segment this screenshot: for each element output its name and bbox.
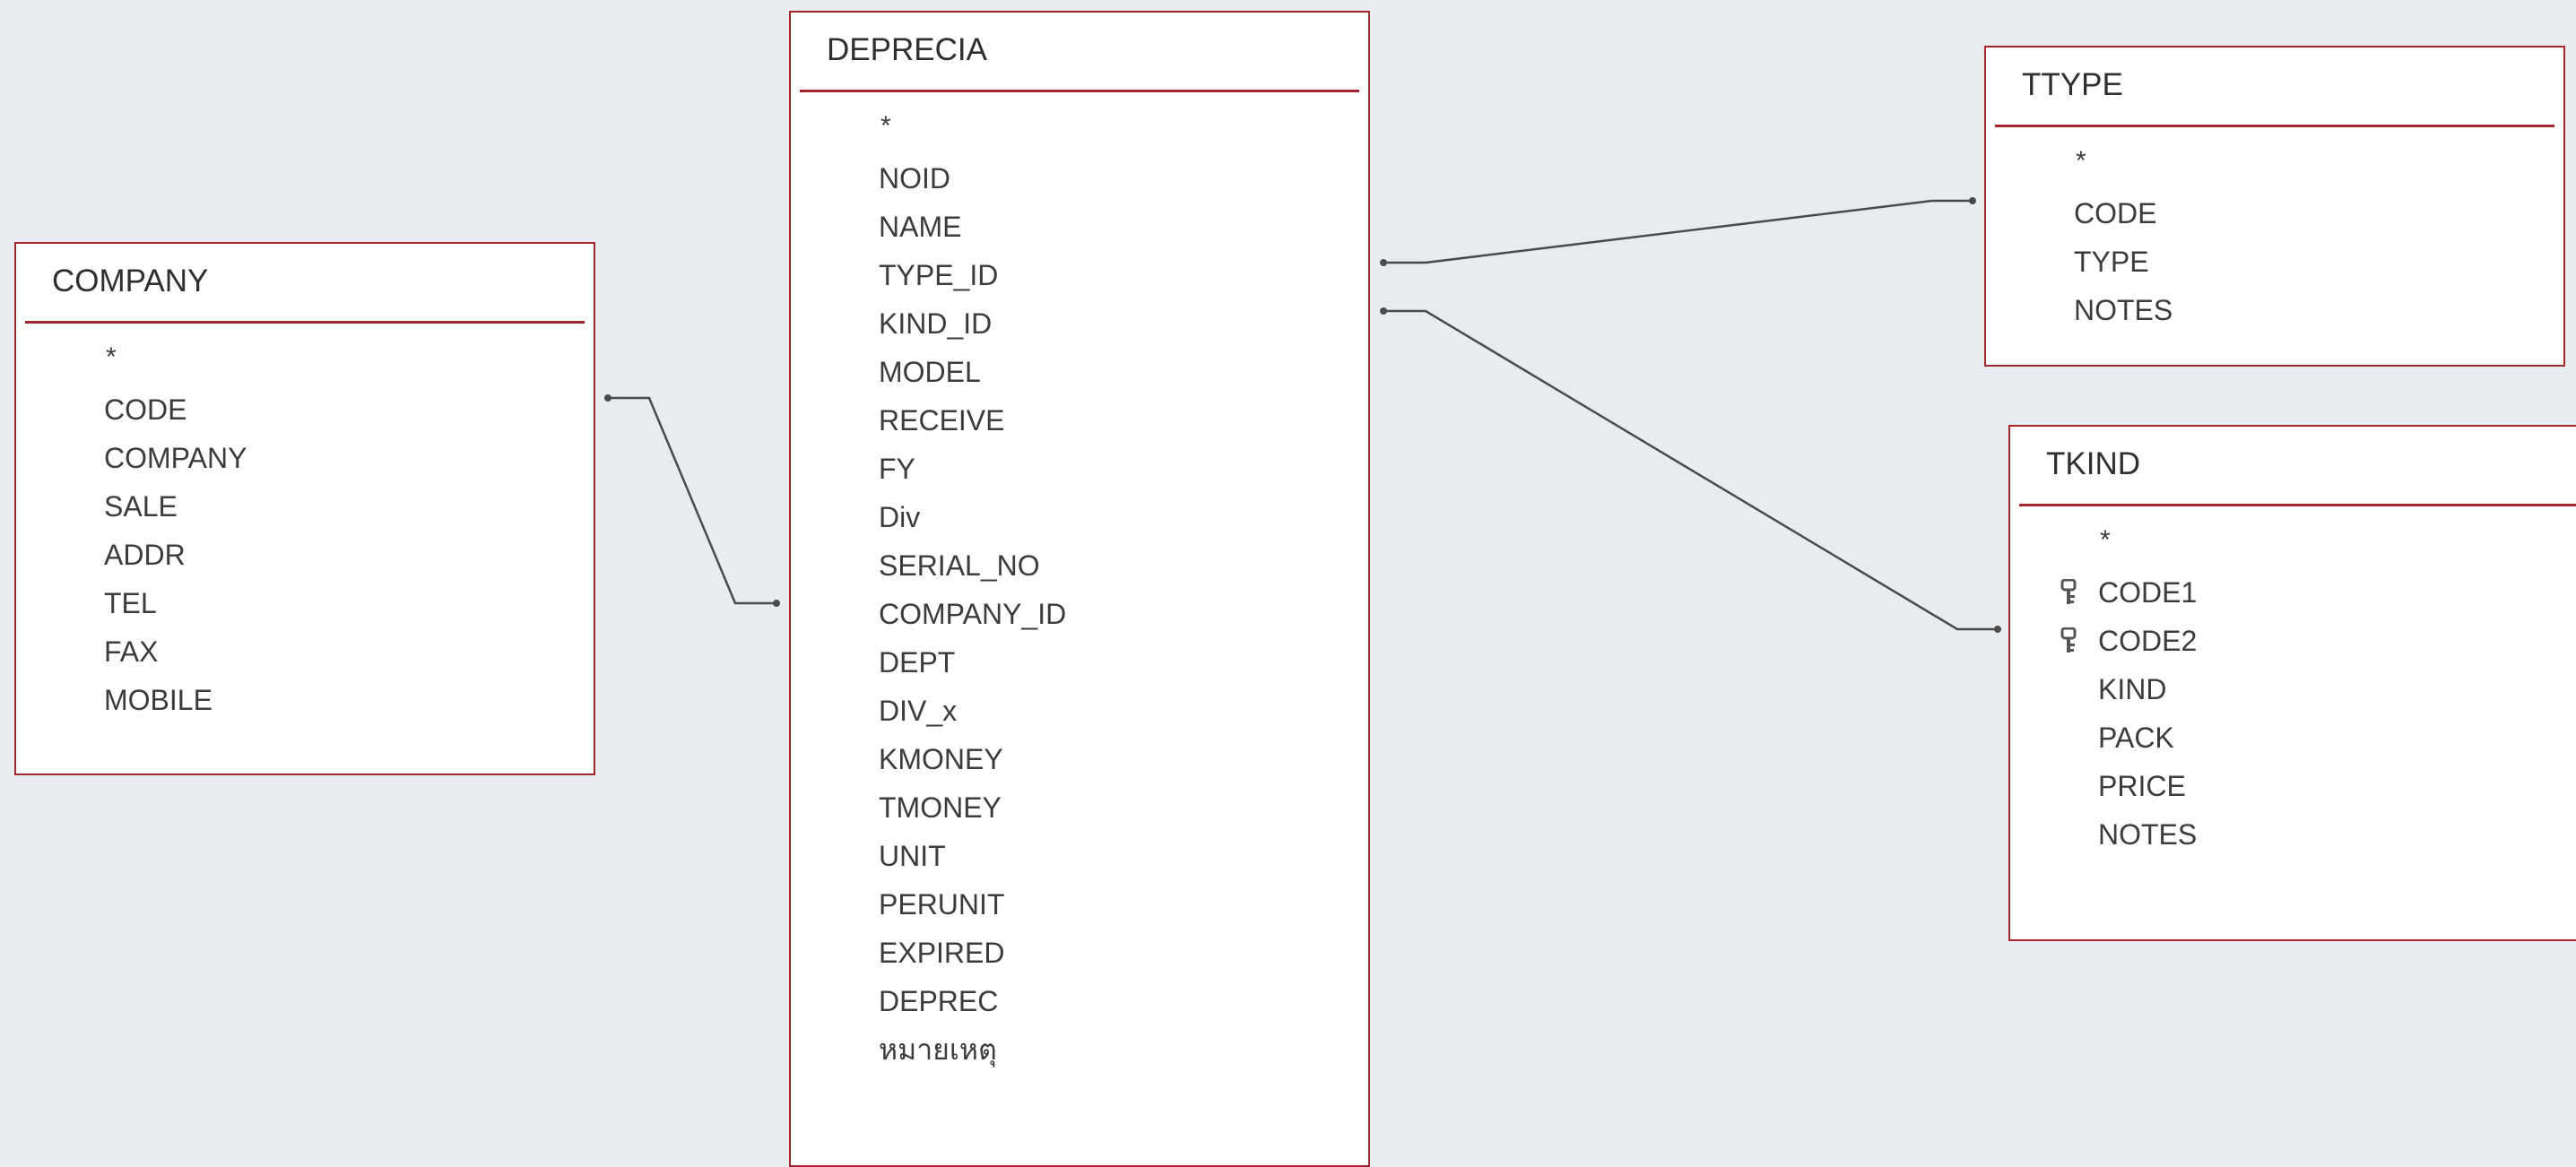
table-tkind[interactable]: TKIND * CODE1 CODE2 KIND PACK PRICE NOTE… — [2008, 425, 2576, 941]
field-name[interactable]: NAME — [791, 203, 1368, 251]
field-deprec[interactable]: DEPREC — [791, 977, 1368, 1025]
field-list: * CODE1 CODE2 KIND PACK PRICE NOTES — [2010, 520, 2576, 859]
relationship-deprecia-ttype[interactable] — [1383, 199, 1973, 264]
field-type[interactable]: TYPE — [1986, 238, 2563, 286]
field-dept[interactable]: DEPT — [791, 638, 1368, 687]
field-unit[interactable]: UNIT — [791, 832, 1368, 880]
field-kind-id[interactable]: KIND_ID — [791, 299, 1368, 348]
field-div[interactable]: Div — [791, 493, 1368, 541]
field-model[interactable]: MODEL — [791, 348, 1368, 396]
field-price[interactable]: PRICE — [2010, 762, 2576, 810]
title-divider — [1995, 125, 2554, 127]
table-title[interactable]: DEPRECIA — [827, 32, 987, 68]
relationship-deprecia-tkind[interactable] — [1383, 309, 1998, 631]
field-list: * NOID NAME TYPE_ID KIND_ID MODEL RECEIV… — [791, 106, 1368, 1074]
field-notes[interactable]: NOTES — [2010, 810, 2576, 859]
field-all[interactable]: * — [1986, 141, 2563, 189]
field-list: * CODE TYPE NOTES — [1986, 141, 2563, 334]
field-mobile[interactable]: MOBILE — [16, 676, 594, 724]
title-divider — [800, 90, 1359, 92]
field-code[interactable]: CODE — [16, 385, 594, 434]
field-fax[interactable]: FAX — [16, 627, 594, 676]
field-tel[interactable]: TEL — [16, 579, 594, 627]
relationship-company-deprecia[interactable] — [608, 396, 776, 605]
field-addr[interactable]: ADDR — [16, 531, 594, 579]
field-kmoney[interactable]: KMONEY — [791, 735, 1368, 783]
field-serial-no[interactable]: SERIAL_NO — [791, 541, 1368, 590]
table-deprecia[interactable]: DEPRECIA * NOID NAME TYPE_ID KIND_ID MOD… — [789, 11, 1370, 1167]
field-all[interactable]: * — [16, 337, 594, 385]
field-noid[interactable]: NOID — [791, 154, 1368, 203]
field-code2[interactable]: CODE2 — [2010, 617, 2576, 665]
field-notes-thai[interactable]: หมายเหตุ — [791, 1025, 1368, 1074]
key-icon — [2060, 579, 2077, 604]
field-list: * CODE COMPANY SALE ADDR TEL FAX MOBILE — [16, 337, 594, 724]
table-title[interactable]: TKIND — [2046, 446, 2140, 482]
field-all[interactable]: * — [2010, 520, 2576, 568]
field-code[interactable]: CODE — [1986, 189, 2563, 238]
field-notes[interactable]: NOTES — [1986, 286, 2563, 334]
field-company-id[interactable]: COMPANY_ID — [791, 590, 1368, 638]
field-pack[interactable]: PACK — [2010, 713, 2576, 762]
field-receive[interactable]: RECEIVE — [791, 396, 1368, 445]
field-fy[interactable]: FY — [791, 445, 1368, 493]
field-div-x[interactable]: DIV_x — [791, 687, 1368, 735]
table-title[interactable]: TTYPE — [2022, 67, 2123, 103]
title-divider — [25, 321, 585, 324]
field-all[interactable]: * — [791, 106, 1368, 154]
title-divider — [2019, 504, 2576, 506]
table-company[interactable]: COMPANY * CODE COMPANY SALE ADDR TEL FAX… — [14, 242, 595, 775]
table-title[interactable]: COMPANY — [52, 264, 208, 299]
field-company[interactable]: COMPANY — [16, 434, 594, 482]
field-code1[interactable]: CODE1 — [2010, 568, 2576, 617]
field-kind[interactable]: KIND — [2010, 665, 2576, 713]
table-ttype[interactable]: TTYPE * CODE TYPE NOTES — [1984, 46, 2565, 367]
field-type-id[interactable]: TYPE_ID — [791, 251, 1368, 299]
field-perunit[interactable]: PERUNIT — [791, 880, 1368, 929]
field-expired[interactable]: EXPIRED — [791, 929, 1368, 977]
field-sale[interactable]: SALE — [16, 482, 594, 531]
key-icon — [2060, 627, 2077, 653]
field-tmoney[interactable]: TMONEY — [791, 783, 1368, 832]
